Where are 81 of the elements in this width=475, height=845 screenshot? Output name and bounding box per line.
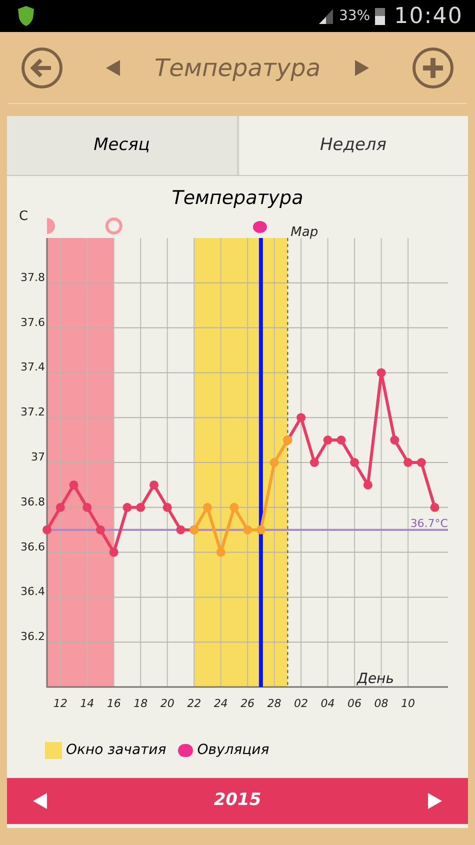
- y-tick-label: 37: [31, 450, 45, 464]
- next-year-button[interactable]: [426, 791, 444, 811]
- y-tick-label: 36.8: [20, 495, 45, 508]
- data-point: [336, 436, 346, 445]
- x-axis-label: День: [357, 671, 394, 687]
- data-point: [202, 502, 212, 512]
- y-tick-label: 37.4: [20, 360, 45, 374]
- data-point: [376, 368, 386, 378]
- x-tick-label: 02: [294, 697, 308, 710]
- y-tick-label: 37.6: [20, 316, 45, 329]
- x-tick-label: 14: [80, 697, 94, 710]
- fertile-swatch-icon: [45, 742, 62, 758]
- y-tick-label: 37.2: [20, 406, 45, 419]
- data-point: [109, 548, 118, 557]
- battery-icon: [374, 6, 386, 26]
- period-start-icon: [47, 218, 55, 234]
- previous-year-button[interactable]: [31, 791, 49, 811]
- x-tick-label: 16: [106, 697, 121, 710]
- data-point: [323, 436, 332, 445]
- right-triangle-icon: [426, 791, 444, 811]
- right-triangle-icon: [353, 58, 371, 78]
- next-button[interactable]: [353, 58, 371, 78]
- chart-title: Температура: [170, 186, 304, 210]
- data-point: [69, 480, 78, 490]
- y-tick-label: 36.6: [20, 540, 45, 554]
- shield-icon: [16, 5, 36, 27]
- data-point: [256, 525, 266, 534]
- data-point: [296, 413, 306, 422]
- data-point: [216, 548, 226, 557]
- y-tick-label: 36.4: [20, 585, 45, 598]
- x-tick-label: 22: [187, 697, 202, 710]
- data-point: [404, 458, 413, 467]
- data-point: [162, 502, 172, 512]
- back-button[interactable]: [20, 46, 64, 90]
- legend-label: Окно зачатия: [66, 740, 166, 760]
- x-tick-label: 12: [53, 697, 68, 710]
- x-tick-label: 10: [401, 697, 416, 710]
- clock: 10:40: [394, 2, 463, 30]
- data-point: [270, 458, 279, 467]
- header-title: Температура: [153, 52, 322, 84]
- data-point: [149, 480, 158, 490]
- signal-icon: [316, 7, 335, 25]
- previous-button[interactable]: [104, 58, 122, 78]
- y-tick-label: 37.8: [20, 270, 45, 284]
- data-point: [176, 525, 186, 534]
- add-button[interactable]: [411, 46, 455, 90]
- data-point: [363, 480, 372, 490]
- x-tick-label: 26: [240, 697, 255, 710]
- data-point: [136, 502, 146, 512]
- data-point: [56, 502, 65, 512]
- y-tick-label: 36.2: [20, 630, 45, 644]
- battery-percent: 33%: [338, 6, 370, 26]
- data-point: [350, 458, 360, 467]
- data-point: [122, 502, 132, 512]
- month-label: Мар: [290, 225, 318, 240]
- data-point: [230, 502, 239, 512]
- x-tick-label: 04: [320, 697, 335, 710]
- data-point: [243, 525, 252, 534]
- x-tick-label: 28: [267, 697, 282, 710]
- tab[interactable]: Месяц: [7, 116, 236, 175]
- x-tick-label: 20: [160, 697, 174, 710]
- data-point: [390, 436, 400, 445]
- ovulation-icon: [252, 221, 267, 233]
- x-tick-label: 08: [374, 697, 388, 710]
- data-point: [82, 502, 92, 512]
- left-triangle-icon: [104, 58, 122, 78]
- data-point: [42, 525, 52, 534]
- data-point: [96, 525, 105, 534]
- x-tick-label: 06: [348, 697, 362, 710]
- data-point: [430, 502, 440, 512]
- plus-icon: [411, 46, 455, 90]
- year-label: 2015: [212, 789, 262, 812]
- coverline-label: 36.7°C: [410, 516, 448, 530]
- legend-label: Овуляция: [197, 740, 270, 760]
- x-tick-label: 24: [214, 697, 228, 710]
- data-point: [416, 458, 426, 467]
- period-end-icon: [105, 218, 122, 234]
- y-axis-unit: C: [19, 210, 28, 224]
- left-triangle-icon: [31, 791, 49, 811]
- data-point: [310, 458, 319, 467]
- x-tick-label: 18: [134, 697, 148, 710]
